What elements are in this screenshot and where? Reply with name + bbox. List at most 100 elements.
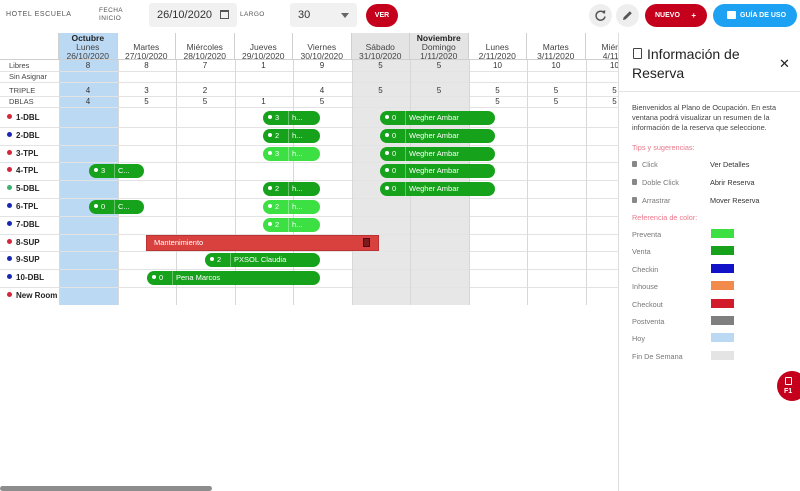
summary-count: 4 bbox=[85, 86, 91, 95]
reservation-bar[interactable]: 0 Wegher Ambar bbox=[380, 164, 495, 179]
reservation-bar[interactable]: 0 Wegher Ambar bbox=[380, 111, 495, 125]
room-row-divider bbox=[0, 287, 618, 288]
bar-separator bbox=[114, 200, 115, 214]
room-label[interactable]: 1-DBL bbox=[7, 113, 40, 122]
reservation-bar[interactable]: 3 C... bbox=[89, 164, 144, 179]
summary-count: 5 bbox=[378, 86, 383, 95]
f1-help-button[interactable]: F1 bbox=[777, 371, 800, 401]
column-divider bbox=[234, 60, 236, 305]
reservation-bar[interactable]: 2 PXSOL Claudia bbox=[205, 253, 320, 268]
horizontal-scrollbar[interactable] bbox=[0, 486, 212, 491]
color-reference-label: Fin De Semana bbox=[632, 351, 683, 361]
summary-count: 5 bbox=[495, 86, 500, 95]
ver-button[interactable]: VER bbox=[366, 4, 398, 27]
status-dot bbox=[7, 203, 12, 208]
color-swatch bbox=[711, 316, 734, 325]
guest-name: h... bbox=[292, 219, 303, 229]
room-row-divider bbox=[0, 180, 618, 182]
nuevo-button[interactable]: NUEVO + bbox=[645, 4, 707, 27]
day-header[interactable]: Miércoles 28/10/2020 bbox=[176, 33, 235, 61]
refresh-button[interactable] bbox=[589, 4, 612, 27]
reservation-bar[interactable]: 0 Wegher Ambar bbox=[380, 182, 495, 197]
reservation-bar[interactable]: 0 Wegher Ambar bbox=[380, 146, 495, 161]
room-label[interactable]: 4-TPL bbox=[7, 166, 38, 175]
room-name: 3-TPL bbox=[16, 148, 39, 158]
bar-separator bbox=[405, 146, 406, 161]
summary-count: 5 bbox=[202, 97, 208, 106]
guest-count: 3 bbox=[263, 111, 285, 125]
room-label[interactable]: 5-DBL bbox=[7, 184, 40, 193]
reservation-bar[interactable]: 0 Wegher Ambar bbox=[380, 128, 495, 143]
guest-name: Wegher Ambar bbox=[409, 184, 459, 194]
color-reference-label: Inhouse bbox=[632, 282, 658, 292]
start-date-field[interactable]: 26/10/2020 bbox=[149, 3, 237, 27]
color-swatch bbox=[711, 298, 734, 308]
tips-title: Tips y sugerencias: bbox=[632, 143, 695, 152]
day-header[interactable]: Noviembre Domingo 1/11/2020 bbox=[410, 33, 469, 61]
day-header[interactable]: Sábado 31/10/2020 bbox=[351, 33, 410, 61]
maintenance-bar[interactable]: Mantenimiento bbox=[146, 234, 379, 251]
guest-count: 2 bbox=[263, 182, 285, 196]
guia-de-uso-button[interactable]: GUÍA DE USO bbox=[713, 4, 797, 27]
room-row-divider bbox=[0, 215, 618, 217]
reservation-bar[interactable]: 2 h... bbox=[263, 217, 320, 232]
room-row-divider bbox=[0, 162, 618, 164]
date-label: 28/10/2020 bbox=[183, 51, 227, 61]
room-label[interactable]: 7-DBL bbox=[7, 220, 40, 229]
date-label: 4/11/2 bbox=[602, 51, 618, 61]
summary-count: 7 bbox=[202, 61, 208, 70]
panel-divider bbox=[619, 91, 800, 92]
room-label[interactable]: 10-DBL bbox=[7, 273, 44, 282]
reservation-bar[interactable]: 0 Pena Marcos bbox=[147, 271, 320, 286]
guest-count: 3 bbox=[263, 147, 285, 161]
color-reference-row: Checkout bbox=[632, 298, 792, 309]
day-header[interactable]: Martes 3/11/2020 bbox=[527, 33, 586, 61]
day-header[interactable]: Lunes 2/11/2020 bbox=[468, 33, 527, 61]
trash-icon[interactable] bbox=[363, 237, 370, 247]
tip-result: Ver Detalles bbox=[710, 160, 750, 169]
reservation-bar[interactable]: 2 h... bbox=[263, 200, 320, 214]
summary-count: 10 bbox=[493, 61, 502, 70]
room-label[interactable]: 2-DBL bbox=[7, 131, 40, 140]
day-header[interactable]: Viernes 30/10/2020 bbox=[293, 33, 352, 61]
date-label: 1/11/2020 bbox=[420, 51, 458, 61]
reservation-bar[interactable]: 3 h... bbox=[263, 111, 320, 125]
nuevo-label: NUEVO bbox=[655, 12, 680, 19]
reservation-bar[interactable]: 0 C... bbox=[89, 200, 144, 214]
largo-select[interactable]: 30 bbox=[290, 3, 357, 27]
day-header[interactable]: Miérco4/11/2 bbox=[585, 33, 618, 61]
room-label[interactable]: 3-TPL bbox=[7, 149, 38, 158]
color-swatch bbox=[711, 333, 734, 343]
summary-count: 10 bbox=[610, 61, 618, 70]
color-reference-label: Postventa bbox=[632, 317, 665, 326]
day-header[interactable]: Martes 27/10/2020 bbox=[117, 33, 176, 61]
guest-name: h... bbox=[292, 130, 303, 140]
room-name: 10-DBL bbox=[16, 273, 45, 283]
guest-name: h... bbox=[292, 148, 303, 158]
day-header[interactable]: Jueves 29/10/2020 bbox=[234, 33, 293, 61]
date-label: 27/10/2020 bbox=[124, 51, 168, 61]
guest-name: Wegher Ambar bbox=[409, 113, 459, 122]
room-label[interactable]: 9-SUP bbox=[7, 255, 40, 264]
status-dot bbox=[7, 185, 12, 191]
room-label[interactable]: 6-TPL bbox=[7, 202, 38, 211]
close-icon[interactable]: ✕ bbox=[779, 56, 790, 72]
column-divider bbox=[585, 60, 587, 305]
reservation-bar[interactable]: 3 h... bbox=[263, 146, 320, 161]
guest-count: 2 bbox=[263, 218, 285, 232]
color-reference-label: Hoy bbox=[632, 334, 645, 344]
color-reference-row: Fin De Semana bbox=[632, 350, 792, 361]
summary-count: 8 bbox=[144, 61, 149, 70]
room-label[interactable]: 8-SUP bbox=[7, 238, 40, 247]
calendar-icon[interactable] bbox=[220, 10, 229, 19]
room-label[interactable]: New Room bbox=[7, 291, 57, 300]
reservation-bar[interactable]: 2 h... bbox=[263, 128, 320, 143]
reservation-bar[interactable]: 2 h... bbox=[263, 182, 320, 197]
bar-separator bbox=[114, 164, 115, 179]
guest-count: 2 bbox=[205, 253, 227, 267]
guest-count: 0 bbox=[89, 200, 111, 214]
edit-button[interactable] bbox=[616, 4, 639, 27]
color-reference-label: Checkout bbox=[632, 299, 663, 309]
color-reference-row: Postventa bbox=[632, 316, 792, 326]
day-header[interactable]: Octubre Lunes 26/10/2020 bbox=[59, 33, 118, 61]
